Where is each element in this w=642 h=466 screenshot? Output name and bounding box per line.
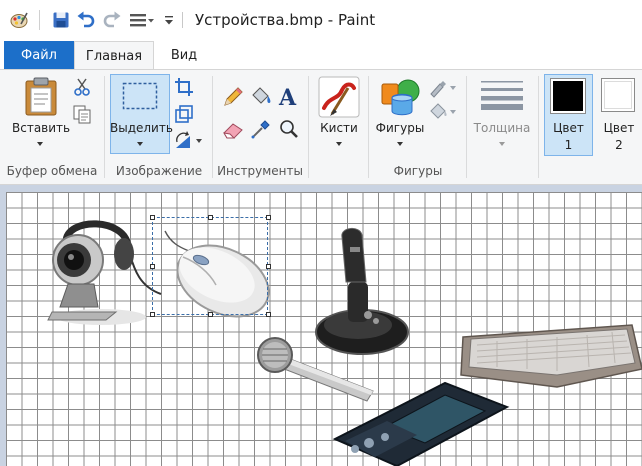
crop-icon[interactable]: [174, 77, 194, 100]
brushes-dropdown-caret[interactable]: [336, 142, 342, 146]
size-icon[interactable]: [480, 80, 524, 113]
color2-fill: [604, 81, 632, 109]
magnifier-icon[interactable]: [278, 118, 300, 143]
svg-text:A: A: [278, 85, 297, 109]
eraser-icon[interactable]: [222, 120, 246, 143]
tools-group-label: Инструменты: [217, 164, 303, 178]
tab-file[interactable]: Файл: [4, 41, 74, 69]
cut-icon[interactable]: [72, 77, 92, 100]
text-icon[interactable]: A: [277, 83, 301, 112]
fill-shape-icon[interactable]: [428, 102, 458, 125]
select-dropdown-caret[interactable]: [137, 142, 143, 146]
color1-swatch[interactable]: [550, 78, 586, 114]
paste-button-label[interactable]: Вставить: [12, 121, 70, 135]
color2-swatch[interactable]: [601, 78, 635, 112]
selection-handle[interactable]: [208, 215, 213, 220]
shapes-group-label: Фигуры: [393, 164, 443, 178]
undo-icon[interactable]: [75, 9, 97, 31]
quick-access-dropdown-icon[interactable]: [160, 9, 178, 31]
title-bar: Устройства.bmp - Paint: [0, 0, 642, 41]
selection-handle[interactable]: [208, 312, 213, 317]
canvas-workspace[interactable]: [0, 185, 642, 466]
resize-icon[interactable]: [174, 104, 194, 127]
shapes-icon[interactable]: [380, 78, 422, 121]
color1-fill: [553, 81, 583, 111]
group-separator: [538, 76, 539, 178]
selection-handle[interactable]: [150, 215, 155, 220]
shapes-label[interactable]: Фигуры: [374, 121, 426, 135]
pencil-icon[interactable]: [222, 86, 244, 111]
clipboard-group-label: Буфер обмена: [6, 164, 98, 178]
pda-image: [332, 381, 510, 466]
select-button-label[interactable]: Выделить: [110, 121, 173, 135]
group-separator: [466, 76, 467, 178]
save-icon[interactable]: [50, 9, 72, 31]
group-separator: [104, 76, 105, 178]
brushes-label[interactable]: Кисти: [313, 121, 365, 135]
selection-handle[interactable]: [266, 264, 271, 269]
selection-rectangle[interactable]: [152, 217, 268, 315]
fill-icon[interactable]: [249, 86, 273, 111]
quick-access-separator: [39, 10, 40, 30]
webcam-headset-image: [47, 220, 162, 325]
selection-handle[interactable]: [150, 264, 155, 269]
shapes-dropdown-caret[interactable]: [397, 142, 403, 146]
selection-handle[interactable]: [266, 215, 271, 220]
brushes-icon[interactable]: [318, 76, 360, 121]
ribbon-tabs: Файл Главная Вид: [0, 40, 642, 70]
ribbon: Вставить Буфер обмена Выделить Изображен…: [0, 70, 642, 185]
group-separator: [368, 76, 369, 178]
selection-handle[interactable]: [266, 312, 271, 317]
select-icon[interactable]: [122, 82, 158, 113]
rotate-icon[interactable]: [174, 130, 204, 153]
color2-number[interactable]: 2: [596, 138, 642, 152]
size-dropdown-caret[interactable]: [499, 142, 505, 146]
paste-dropdown-caret[interactable]: [37, 142, 43, 146]
window-title: Устройства.bmp - Paint: [195, 11, 376, 29]
color2-label[interactable]: Цвет: [596, 121, 642, 135]
image-group-label: Изображение: [115, 164, 203, 178]
outline-icon[interactable]: [428, 78, 458, 101]
size-label[interactable]: Толщина: [470, 121, 534, 135]
redo-icon[interactable]: [101, 9, 123, 31]
group-separator: [212, 76, 213, 178]
tab-view[interactable]: Вид: [160, 41, 208, 69]
tab-home[interactable]: Главная: [74, 41, 154, 70]
paste-icon[interactable]: [23, 76, 59, 119]
group-separator: [308, 76, 309, 178]
paint-app-icon[interactable]: [8, 9, 30, 31]
color1-label[interactable]: Цвет: [544, 121, 593, 135]
title-separator: [182, 12, 183, 28]
customize-icon[interactable]: [129, 9, 155, 31]
selection-handle[interactable]: [150, 312, 155, 317]
color-picker-icon[interactable]: [250, 118, 272, 143]
color1-number[interactable]: 1: [544, 138, 593, 152]
copy-icon[interactable]: [72, 104, 92, 127]
